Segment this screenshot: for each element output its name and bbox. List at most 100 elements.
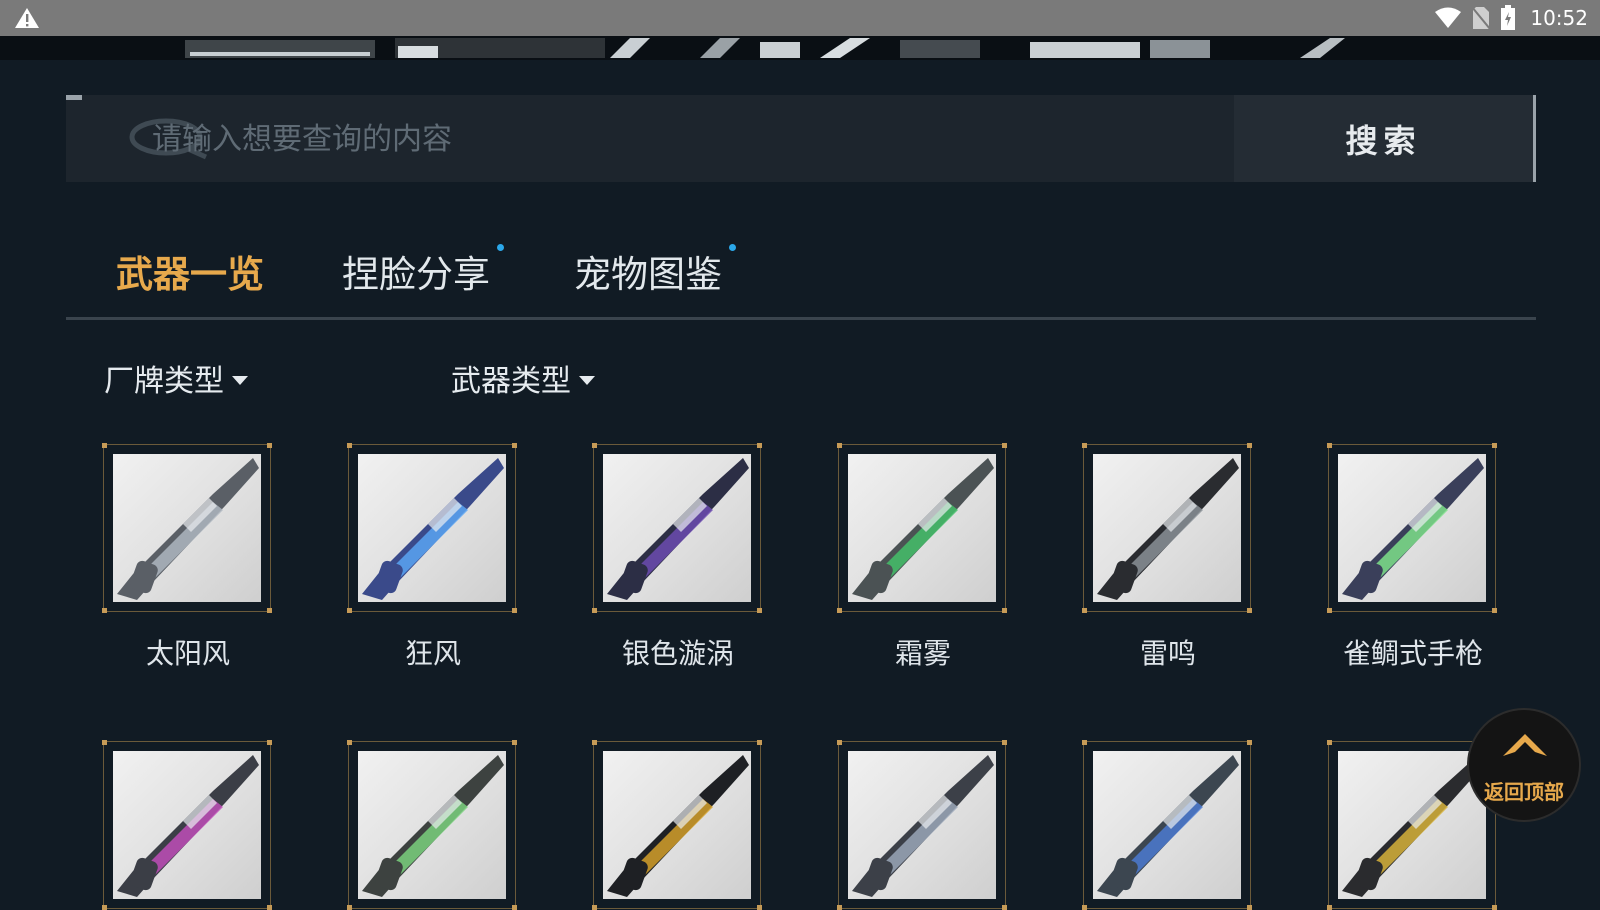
weapon-card[interactable] [1082, 740, 1253, 910]
frame-corner [837, 608, 842, 613]
weapon-card[interactable] [837, 740, 1008, 910]
weapon-name: 霜雾 [894, 637, 951, 670]
filter-label: 武器类型 [451, 364, 571, 399]
weapon-thumbnail-frame [1082, 740, 1252, 910]
no-sim-icon [1472, 6, 1491, 30]
back-to-top-button[interactable]: 返回顶部 [1467, 708, 1581, 822]
weapon-card[interactable] [102, 740, 273, 910]
frame-corner [837, 740, 842, 745]
frame-corner [592, 905, 597, 910]
banner-artwork [185, 38, 1345, 58]
frame-corner [757, 905, 762, 910]
frame-corner [592, 608, 597, 613]
search-bar: 搜索 [66, 95, 1536, 184]
frame-corner [1247, 905, 1252, 910]
weapon-name: 银色漩涡 [621, 637, 734, 670]
tab-pet-guide[interactable]: 宠物图鉴 [574, 244, 736, 298]
weapon-thumbnail-frame [1327, 443, 1497, 613]
frame-corner [1082, 740, 1087, 745]
frame-corner [102, 608, 107, 613]
weapon-image [113, 751, 261, 899]
frame-corner [1002, 608, 1007, 613]
frame-corner [1327, 905, 1332, 910]
frame-corner [1247, 740, 1252, 745]
status-time: 10:52 [1530, 6, 1588, 30]
frame-corner [267, 905, 272, 910]
weapon-image [603, 454, 751, 602]
frame-corner [592, 740, 597, 745]
weapon-thumbnail-frame [837, 443, 1007, 613]
frame-corner [1002, 905, 1007, 910]
tab-weapons[interactable]: 武器一览 [116, 244, 264, 298]
wifi-icon [1435, 7, 1462, 28]
weapon-card[interactable]: 雀鲷式手枪 [1327, 443, 1498, 670]
frame-corner [1002, 443, 1007, 448]
weapon-type-filter[interactable]: 武器类型 [451, 356, 595, 400]
frame-corner [1327, 443, 1332, 448]
brand-type-filter[interactable]: 厂牌类型 [104, 356, 248, 400]
frame-corner [757, 740, 762, 745]
tab-face-share[interactable]: 捏脸分享 [342, 244, 504, 298]
frame-corner [512, 443, 517, 448]
frame-corner [1247, 608, 1252, 613]
frame-corner [267, 740, 272, 745]
frame-corner [1082, 443, 1087, 448]
weapon-card[interactable]: 太阳风 [102, 443, 273, 670]
caret-down-icon [232, 375, 248, 385]
tab-label: 捏脸分享 [342, 253, 490, 296]
weapon-thumbnail-frame [102, 740, 272, 910]
frame-corner [1327, 608, 1332, 613]
weapon-card[interactable] [592, 740, 763, 910]
weapon-card[interactable] [347, 740, 518, 910]
frame-corner [592, 443, 597, 448]
frame-corner [267, 608, 272, 613]
weapon-thumbnail-frame [347, 443, 517, 613]
frame-corner [512, 905, 517, 910]
tab-label: 宠物图鉴 [574, 253, 722, 296]
weapon-image [1093, 454, 1241, 602]
weapon-name: 雀鲷式手枪 [1342, 637, 1483, 670]
frame-corner [1082, 608, 1087, 613]
weapon-image [848, 454, 996, 602]
category-tabs: 武器一览 捏脸分享 宠物图鉴 [66, 230, 1536, 320]
weapon-card[interactable]: 雷鸣 [1082, 443, 1253, 670]
filter-label: 厂牌类型 [104, 364, 224, 399]
weapon-card[interactable]: 霜雾 [837, 443, 1008, 670]
frame-corner [347, 905, 352, 910]
chevron-up-icon [1503, 734, 1547, 756]
tab-label: 武器一览 [116, 253, 264, 296]
weapon-name: 太阳风 [145, 637, 230, 670]
weapon-image [113, 454, 261, 602]
new-indicator-dot [497, 244, 504, 251]
frame-corner [837, 905, 842, 910]
weapon-card[interactable]: 银色漩涡 [592, 443, 763, 670]
frame-corner [102, 740, 107, 745]
search-button[interactable]: 搜索 [1234, 95, 1536, 182]
weapon-card[interactable]: 狂风 [347, 443, 518, 670]
weapon-image [848, 751, 996, 899]
search-input[interactable] [150, 95, 1214, 184]
new-indicator-dot [729, 244, 736, 251]
frame-corner [1492, 905, 1497, 910]
frame-corner [837, 443, 842, 448]
weapon-image [358, 751, 506, 899]
frame-corner [757, 608, 762, 613]
weapon-image [603, 751, 751, 899]
weapon-thumbnail-frame [1082, 443, 1252, 613]
warning-icon [15, 8, 39, 28]
frame-corner [1002, 740, 1007, 745]
weapon-thumbnail-frame [592, 443, 762, 613]
weapon-image [1093, 751, 1241, 899]
weapon-name: 雷鸣 [1139, 637, 1196, 670]
frame-corner [102, 905, 107, 910]
weapon-thumbnail-frame [102, 443, 272, 613]
frame-corner [347, 443, 352, 448]
frame-corner [1327, 740, 1332, 745]
frame-corner [757, 443, 762, 448]
frame-corner [1492, 443, 1497, 448]
weapon-thumbnail-frame [347, 740, 517, 910]
search-corner-mark [66, 95, 82, 100]
top-banner [0, 36, 1600, 60]
frame-corner [512, 608, 517, 613]
frame-corner [1082, 905, 1087, 910]
